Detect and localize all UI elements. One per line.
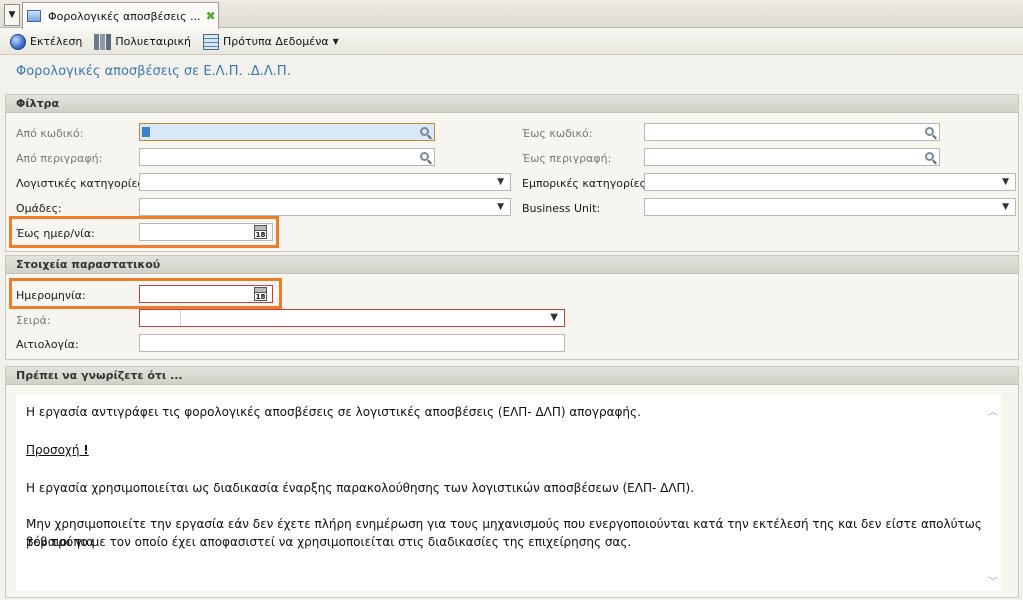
- calendar-icon[interactable]: 18: [254, 225, 267, 239]
- data-templates-button[interactable]: Πρότυπα Δεδομένα ▼: [202, 33, 339, 50]
- dropdown-arrow-icon[interactable]: ▼: [550, 312, 558, 324]
- groups-select[interactable]: ▼: [139, 198, 511, 216]
- tab-strip: ▼ Φορολογικές αποσβέσεις ... ✖: [0, 0, 1023, 29]
- search-icon[interactable]: [925, 126, 934, 138]
- dropdown-arrow-icon[interactable]: ▼: [497, 176, 504, 188]
- to-description-input[interactable]: [644, 148, 940, 166]
- series-label: Σειρά:: [16, 314, 51, 327]
- notice-line-1: Η εργασία αντιγράφει τις φορολογικές απο…: [26, 405, 641, 419]
- to-description-label: Έως περιγραφή:: [522, 152, 612, 165]
- text-cursor: [142, 127, 150, 137]
- calendar-icon[interactable]: 18: [254, 287, 267, 301]
- scroll-up-icon[interactable]: ︿: [988, 403, 998, 418]
- to-code-input[interactable]: [644, 123, 940, 141]
- run-label: Εκτέλεση: [30, 35, 83, 48]
- dropdown-arrow-icon[interactable]: ▼: [497, 201, 504, 213]
- series-code-divider: [180, 310, 181, 326]
- search-icon[interactable]: [420, 126, 429, 138]
- to-date-label: Έως ημερ/νία:: [16, 227, 95, 240]
- commercial-categories-select[interactable]: ▼: [644, 173, 1016, 191]
- attention-heading: Προσοχή !: [26, 441, 89, 459]
- page-title: Φορολογικές αποσβέσεις σε Ε.Λ.Π. .Δ.Λ.Π.: [16, 64, 291, 79]
- multicompany-label: Πολυεταιρική: [115, 35, 191, 48]
- filters-header[interactable]: Φίλτρα: [6, 95, 1018, 113]
- window-icon: [27, 10, 41, 22]
- document-header[interactable]: Στοιχεία παραστατικού: [6, 256, 1018, 274]
- commercial-categories-label: Εμπορικές κατηγορίες:: [522, 177, 650, 190]
- chevron-down-icon: ▼: [8, 10, 16, 20]
- notice-text-area[interactable]: Η εργασία αντιγράφει τις φορολογικές απο…: [16, 395, 1001, 591]
- tab-tax-depreciation[interactable]: Φορολογικές αποσβέσεις ... ✖: [22, 2, 219, 29]
- series-select[interactable]: ▼: [139, 309, 565, 327]
- buildings-icon: [94, 33, 112, 50]
- date-input[interactable]: 18: [139, 285, 273, 303]
- groups-label: Ομάδες:: [16, 202, 62, 215]
- dropdown-arrow-icon[interactable]: ▼: [1002, 201, 1009, 213]
- toolbar: Εκτέλεση Πολυεταιρική Πρότυπα Δεδομένα ▼: [0, 29, 1023, 55]
- date-label: Ημερομηνία:: [16, 289, 86, 302]
- search-icon[interactable]: [420, 151, 429, 163]
- search-icon[interactable]: [925, 151, 934, 163]
- from-description-label: Από περιγραφή:: [16, 152, 103, 165]
- data-templates-label: Πρότυπα Δεδομένα: [222, 35, 329, 48]
- accounting-categories-select[interactable]: ▼: [139, 173, 511, 191]
- reason-input[interactable]: [139, 334, 565, 352]
- notice-line-3b: τον τρόπο με τον οποίο έχει αποφασιστεί …: [26, 535, 632, 549]
- from-code-input[interactable]: [139, 123, 435, 141]
- notice-section: Πρέπει να γνωρίζετε ότι ... Η εργασία αν…: [5, 366, 1019, 598]
- to-date-input[interactable]: 18: [139, 223, 273, 241]
- reason-label: Αιτιολογία:: [16, 338, 79, 351]
- document-section: Στοιχεία παραστατικού Ημερομηνία: 18 Σει…: [5, 255, 1019, 360]
- to-code-label: Έως κωδικό:: [522, 127, 593, 140]
- close-icon[interactable]: ✖: [206, 9, 216, 23]
- multicompany-button[interactable]: Πολυεταιρική: [94, 33, 191, 50]
- dropdown-arrow-icon[interactable]: ▼: [1002, 176, 1009, 188]
- accounting-categories-label: Λογιστικές κατηγορίες:: [16, 177, 148, 190]
- attention-text: Προσοχή: [26, 443, 80, 457]
- tab-menu-button[interactable]: ▼: [4, 4, 20, 26]
- scroll-down-icon[interactable]: ﹀: [988, 573, 998, 588]
- notice-line-2: Η εργασία χρησιμοποιείται ως διαδικασία …: [26, 481, 695, 495]
- dropdown-arrow-icon[interactable]: ▼: [333, 37, 339, 46]
- attention-mark: !: [83, 443, 89, 457]
- table-icon: [202, 33, 219, 50]
- from-code-label: Από κωδικό:: [16, 127, 84, 140]
- business-unit-label: Business Unit:: [522, 202, 601, 215]
- filters-section: Φίλτρα Από κωδικό: Έως κωδικό: Από περιγ…: [5, 94, 1019, 252]
- tab-label: Φορολογικές αποσβέσεις ...: [48, 9, 201, 23]
- business-unit-select[interactable]: ▼: [644, 198, 1016, 216]
- from-description-input[interactable]: [139, 148, 435, 166]
- notice-header[interactable]: Πρέπει να γνωρίζετε ότι ...: [6, 367, 1018, 385]
- run-icon: [10, 33, 26, 50]
- run-button[interactable]: Εκτέλεση: [10, 33, 83, 50]
